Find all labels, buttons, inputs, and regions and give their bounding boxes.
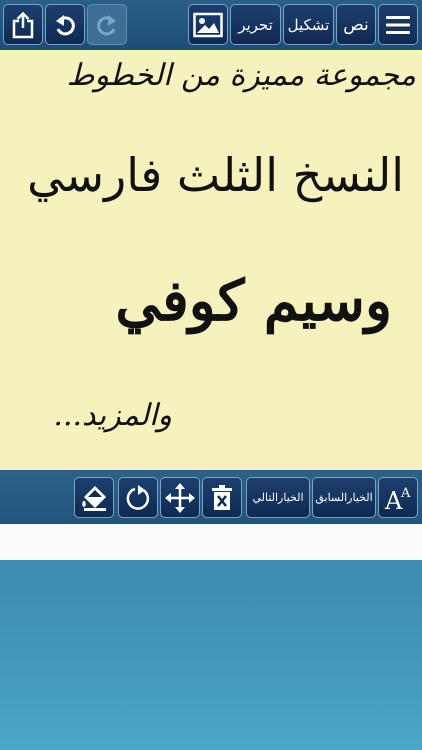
menu-button[interactable] <box>378 4 418 45</box>
canvas-text-line-1[interactable]: مجموعة مميزة من الخطوط <box>67 58 416 93</box>
canvas-text-line-2[interactable]: النسخ الثلث فارسي <box>27 148 404 202</box>
font-size-icon: A A <box>384 486 411 512</box>
rotate-icon <box>126 484 150 510</box>
image-icon <box>193 12 223 37</box>
top-toolbar: نص تشكيل تحرير <box>0 0 422 50</box>
share-icon <box>12 11 34 38</box>
redo-icon <box>97 14 116 35</box>
diacritics-button[interactable]: تشكيل <box>283 4 334 45</box>
design-canvas[interactable]: مجموعة مميزة من الخطوط النسخ الثلث فارسي… <box>0 50 422 470</box>
next-option-button[interactable]: الخيارالتالي <box>246 477 310 518</box>
next-option-label: الخيارالتالي <box>252 491 304 504</box>
undo-button[interactable] <box>45 4 85 45</box>
move-button[interactable] <box>160 477 200 518</box>
share-button[interactable] <box>3 4 43 45</box>
delete-button[interactable] <box>202 477 242 518</box>
move-icon <box>165 482 195 513</box>
diacritics-label: تشكيل <box>287 15 330 34</box>
previous-option-label: الخيارالسابق <box>315 491 373 504</box>
undo-icon <box>56 14 75 35</box>
white-strip <box>0 524 422 560</box>
redo-button[interactable] <box>87 4 127 45</box>
delete-icon <box>212 484 232 510</box>
text-button[interactable]: نص <box>336 4 376 45</box>
previous-option-button[interactable]: الخيارالسابق <box>312 477 376 518</box>
font-size-button[interactable]: A A <box>378 477 418 518</box>
edit-label: تحرير <box>238 15 273 34</box>
image-button[interactable] <box>188 4 228 45</box>
hamburger-icon <box>386 15 410 34</box>
edit-button[interactable]: تحرير <box>230 4 281 45</box>
rotate-button[interactable] <box>118 477 158 518</box>
edit-toolbar: A A الخيارالسابق الخيارالتالي <box>0 470 422 524</box>
text-label: نص <box>343 14 369 35</box>
fill-color-button[interactable] <box>74 477 114 518</box>
canvas-text-line-4[interactable]: والمزيد... <box>53 398 172 433</box>
paint-bucket-icon <box>82 485 107 511</box>
svg-text:A: A <box>400 486 411 501</box>
canvas-text-line-3[interactable]: وسيم كوفي <box>115 268 392 334</box>
